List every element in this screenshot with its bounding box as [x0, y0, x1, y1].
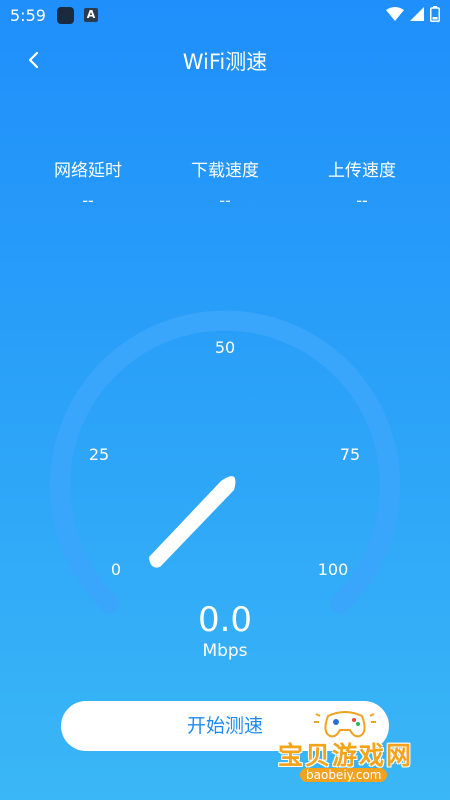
metric-upload: 上传速度 --	[294, 156, 430, 210]
gauge-tick-75: 75	[340, 445, 360, 464]
speed-value: 0.0	[197, 600, 253, 640]
status-indicators	[386, 6, 440, 22]
metric-label: 上传速度	[328, 161, 396, 181]
watermark-url: baobeiy.com	[300, 768, 388, 782]
metric-download: 下载速度 --	[157, 156, 293, 210]
gauge-tick-25: 25	[89, 445, 109, 464]
gauge-tick-50: 50	[215, 338, 235, 357]
speed-unit: Mbps	[202, 641, 248, 661]
watermark-logo: 宝贝游戏网 baobeiy.com	[272, 706, 422, 784]
watermark-text: 宝贝游戏网	[278, 741, 414, 770]
metric-label: 下载速度	[191, 161, 259, 181]
app-header: WiFi测速	[0, 40, 450, 80]
metric-value: --	[82, 191, 94, 210]
wifi-icon	[386, 7, 404, 21]
metric-value: --	[356, 191, 368, 210]
metric-latency: 网络延时 --	[20, 156, 156, 210]
gamepad-icon	[314, 711, 376, 738]
signal-icon	[410, 7, 424, 21]
a-notification-icon: A	[84, 8, 98, 22]
status-time: 5:59	[10, 6, 46, 25]
page-title: WiFi测速	[182, 50, 268, 74]
app-notification-icon	[57, 7, 74, 24]
gauge-needle	[149, 476, 236, 568]
gauge-tick-100: 100	[318, 560, 349, 579]
status-bar: 5:59 A	[0, 0, 450, 32]
metric-label: 网络延时	[54, 161, 122, 181]
metrics-row: 网络延时 -- 下载速度 -- 上传速度 --	[20, 156, 430, 210]
gauge-tick-0: 0	[111, 560, 121, 579]
metric-value: --	[219, 191, 231, 210]
battery-icon	[430, 6, 440, 22]
